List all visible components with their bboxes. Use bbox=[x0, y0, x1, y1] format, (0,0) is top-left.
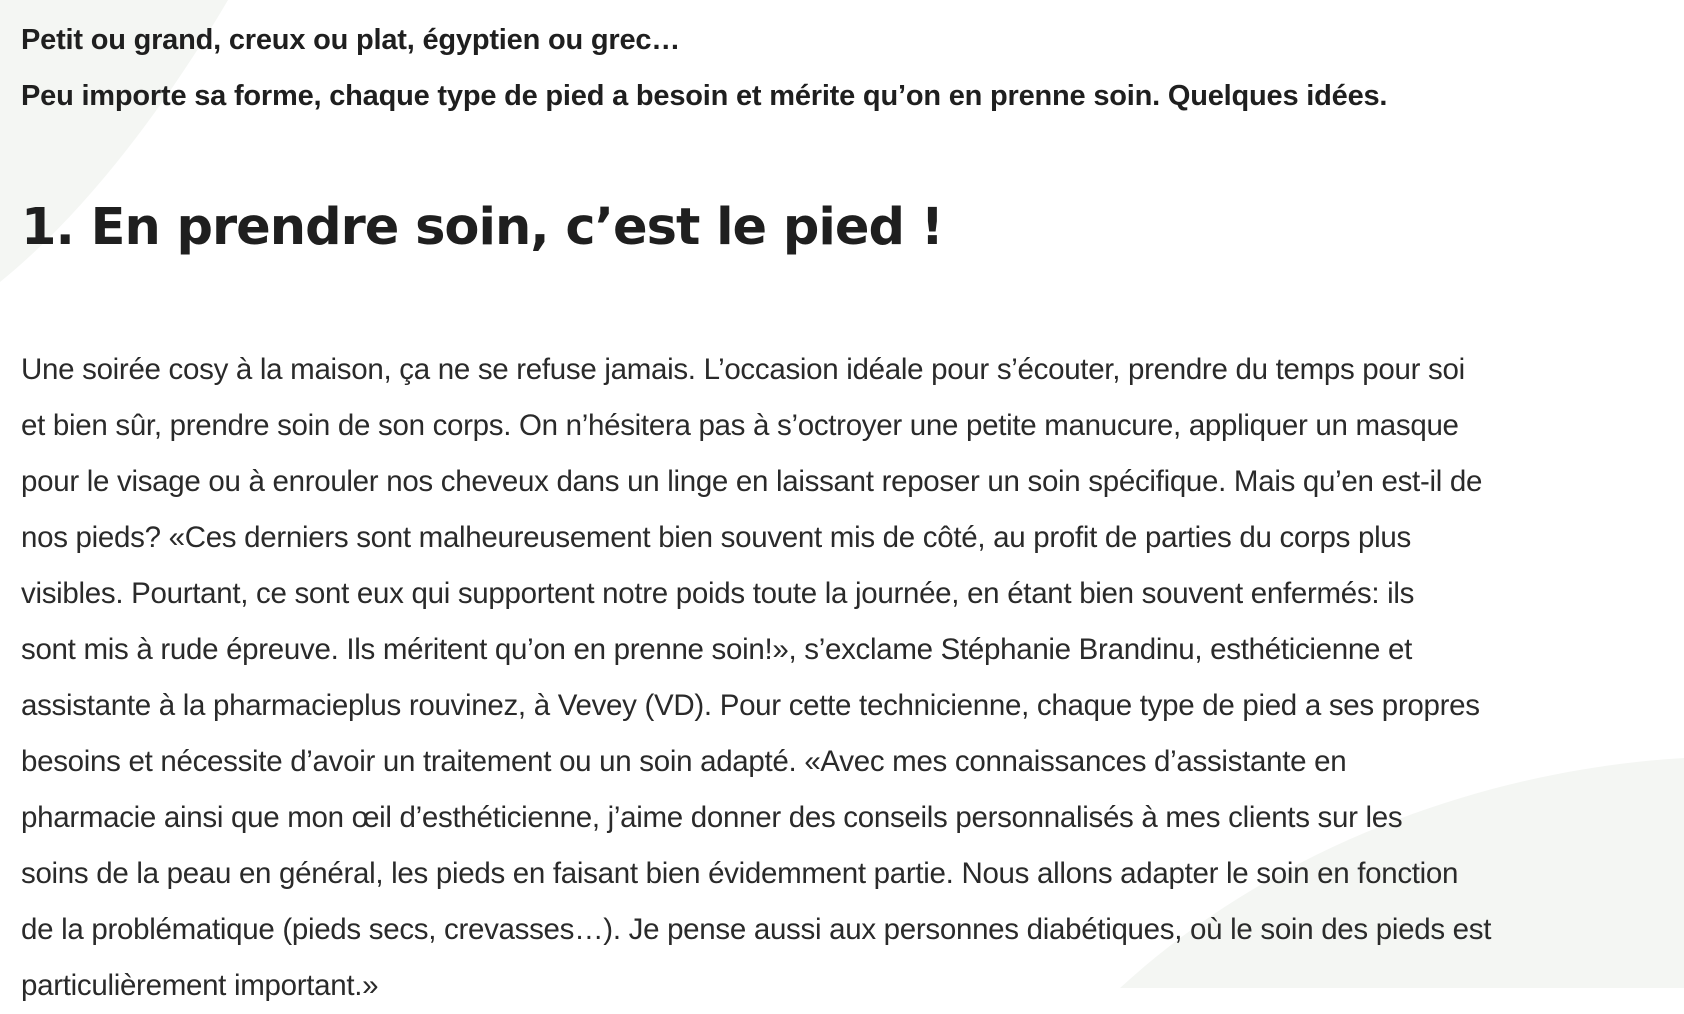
paragraph-line: soins de la peau en général, les pieds e… bbox=[21, 857, 1459, 890]
paragraph-line: nos pieds? «Ces derniers sont malheureus… bbox=[21, 521, 1411, 554]
paragraph-line: et bien sûr, prendre soin de son corps. … bbox=[21, 409, 1459, 442]
paragraph-line: pharmacie ainsi que mon œil d’esthéticie… bbox=[21, 801, 1403, 834]
paragraph-line: particulièrement important.» bbox=[21, 969, 379, 1002]
intro-lead-line-2: Peu importe sa forme, chaque type de pie… bbox=[21, 80, 1388, 112]
paragraph-line: de la problématique (pieds secs, crevass… bbox=[21, 913, 1492, 946]
section-heading: 1. En prendre soin, c’est le pied ! bbox=[21, 198, 944, 257]
intro-lead-line-1: Petit ou grand, creux ou plat, égyptien … bbox=[21, 24, 681, 56]
paragraph-line: pour le visage ou à enrouler nos cheveux… bbox=[21, 465, 1483, 498]
paragraph-line: sont mis à rude épreuve. Ils méritent qu… bbox=[21, 633, 1413, 666]
paragraph-line: assistante à la pharmacieplus rouvinez, … bbox=[21, 689, 1480, 722]
article-content: Petit ou grand, creux ou plat, égyptien … bbox=[21, 12, 1651, 1014]
paragraph-line: visibles. Pourtant, ce sont eux qui supp… bbox=[21, 577, 1415, 610]
paragraph-line: Une soirée cosy à la maison, ça ne se re… bbox=[21, 353, 1465, 386]
body-paragraph: Une soirée cosy à la maison, ça ne se re… bbox=[21, 342, 1651, 1014]
paragraph-line: besoins et nécessite d’avoir un traiteme… bbox=[21, 745, 1347, 778]
